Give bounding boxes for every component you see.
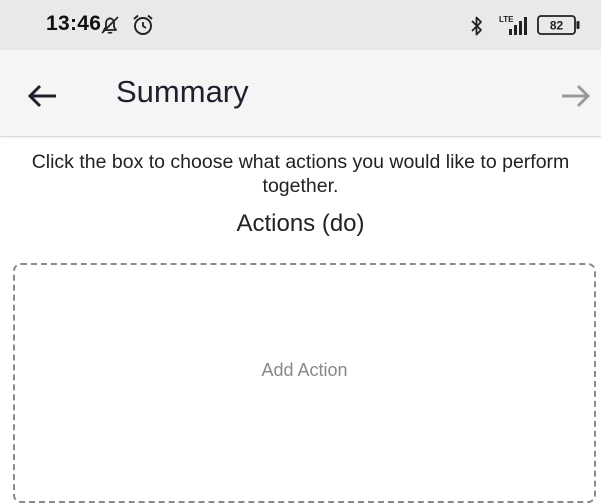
page-title: Summary [116,74,249,109]
status-time: 13:46 [46,12,102,35]
add-action-label: Add Action [261,360,348,380]
next-button[interactable] [556,76,596,116]
arrow-left-icon [27,84,56,108]
add-action-box[interactable]: Add Action [13,263,596,503]
bluetooth-icon [469,14,485,43]
notifications-off-icon [98,13,122,42]
back-button[interactable] [22,76,62,116]
app-bar: Summary [0,50,601,137]
actions-section-heading: Actions (do) [236,210,365,237]
network-label: LTE [499,15,514,24]
instructions-text: Click the box to choose what actions you… [31,151,570,197]
battery-level: 82 [550,19,564,33]
status-bar: 13:46 LTE 82 [0,0,601,50]
battery-icon: 82 [537,14,581,41]
alarm-icon [130,12,156,43]
arrow-right-icon [562,84,591,108]
lte-signal-icon: LTE [498,13,532,44]
